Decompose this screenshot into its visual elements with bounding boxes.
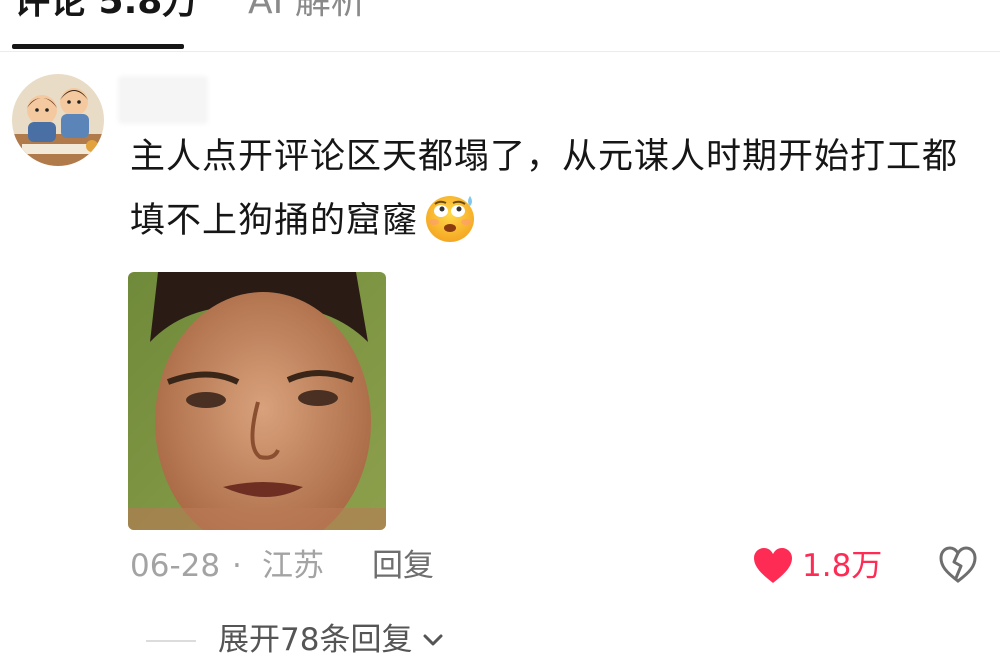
comment-text: 主人点开评论区天都塌了，从元谋人时期开始打工都填不上狗捅的窟窿 — [130, 128, 980, 250]
tab-comments[interactable]: 评论 5.8万 — [14, 0, 198, 22]
username-redacted — [118, 76, 208, 124]
avatar[interactable] — [12, 74, 104, 166]
chevron-down-icon — [423, 634, 443, 646]
broken-heart-icon[interactable] — [938, 545, 978, 585]
comment-location: 江苏 — [262, 548, 324, 584]
expand-replies-label: 展开78条回复 — [218, 622, 413, 658]
active-tab-indicator — [12, 44, 184, 49]
header-divider — [0, 51, 1000, 52]
comment-date: 06-28 — [130, 548, 221, 584]
tab-ai-analysis[interactable]: AI 解析 — [248, 0, 367, 22]
comment-body: 主人点开评论区天都塌了，从元谋人时期开始打工都填不上狗捅的窟窿 — [130, 137, 959, 241]
like-count: 1.8万 — [802, 548, 883, 584]
like-button[interactable]: 1.8万 — [752, 543, 882, 589]
meta-separator: · — [232, 548, 242, 584]
reply-button[interactable]: 回复 — [372, 546, 434, 586]
expand-replies-button[interactable]: 展开78条回复 — [218, 620, 446, 660]
comment-attached-image[interactable] — [128, 272, 386, 530]
heart-icon — [754, 548, 792, 583]
comment-tabs: 评论 5.8万 AI 解析 — [0, 0, 1000, 52]
expand-divider — [146, 640, 196, 642]
dizzy-sweat-emoji-icon — [420, 186, 480, 246]
